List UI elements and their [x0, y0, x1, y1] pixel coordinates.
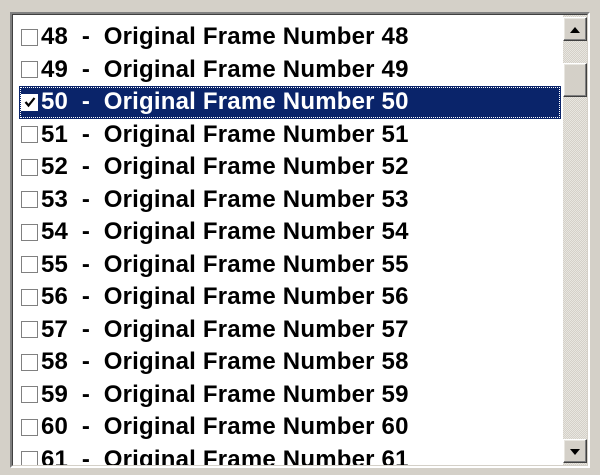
checkbox[interactable] [21, 353, 38, 371]
checkbox[interactable] [21, 321, 38, 339]
list-item[interactable]: 58 - Original Frame Number 58 [19, 346, 561, 379]
frame-list[interactable]: 48 - Original Frame Number 48 49 - Origin… [19, 21, 561, 466]
checkbox[interactable] [21, 126, 38, 144]
list-item-label: 56 - Original Frame Number 56 [41, 283, 409, 311]
list-item-label: 57 - Original Frame Number 57 [41, 315, 409, 343]
arrow-up-icon [570, 20, 580, 38]
list-item-label: 49 - Original Frame Number 49 [41, 55, 409, 83]
list-item-label: 54 - Original Frame Number 54 [41, 218, 409, 246]
vertical-scrollbar[interactable] [563, 15, 587, 465]
list-item-label: 55 - Original Frame Number 55 [41, 250, 409, 278]
list-item[interactable]: 60 - Original Frame Number 60 [19, 411, 561, 444]
checkbox[interactable] [21, 288, 38, 306]
list-item[interactable]: 57 - Original Frame Number 57 [19, 314, 561, 347]
checkbox[interactable] [21, 256, 38, 274]
scroll-thumb[interactable] [563, 63, 587, 97]
listbox-frame: 48 - Original Frame Number 48 49 - Origin… [12, 14, 588, 466]
list-item[interactable]: 61 - Original Frame Number 61 [19, 444, 561, 466]
scroll-down-button[interactable] [563, 439, 587, 463]
list-item-label: 50 - Original Frame Number 50 [41, 88, 409, 116]
checkbox[interactable] [21, 28, 38, 46]
list-item[interactable]: 59 - Original Frame Number 59 [19, 379, 561, 412]
list-item[interactable]: 55 - Original Frame Number 55 [19, 249, 561, 282]
list-item[interactable]: 48 - Original Frame Number 48 [19, 21, 561, 54]
checkbox[interactable] [21, 418, 38, 436]
list-item-label: 48 - Original Frame Number 48 [41, 23, 409, 51]
checkbox[interactable] [21, 158, 38, 176]
arrow-down-icon [570, 442, 580, 460]
list-item[interactable]: 53 - Original Frame Number 53 [19, 184, 561, 217]
checkbox[interactable] [21, 93, 38, 111]
list-item-label: 59 - Original Frame Number 59 [41, 380, 409, 408]
list-item[interactable]: 52 - Original Frame Number 52 [19, 151, 561, 184]
checkbox[interactable] [21, 223, 38, 241]
list-item[interactable]: 51 - Original Frame Number 51 [19, 119, 561, 152]
list-item-label: 51 - Original Frame Number 51 [41, 120, 409, 148]
list-item-label: 58 - Original Frame Number 58 [41, 348, 409, 376]
checked-listbox[interactable]: 48 - Original Frame Number 48 49 - Origin… [10, 12, 590, 468]
window-background: 48 - Original Frame Number 48 49 - Origin… [0, 0, 600, 475]
list-item[interactable]: 49 - Original Frame Number 49 [19, 54, 561, 87]
list-item-label: 52 - Original Frame Number 52 [41, 153, 409, 181]
checkbox[interactable] [21, 61, 38, 79]
list-item-label: 60 - Original Frame Number 60 [41, 413, 409, 441]
list-item[interactable]: 50 - Original Frame Number 50 [19, 86, 561, 119]
list-item[interactable]: 54 - Original Frame Number 54 [19, 216, 561, 249]
checkbox[interactable] [21, 386, 38, 404]
list-item-label: 61 - Original Frame Number 61 [41, 445, 409, 466]
scroll-up-button[interactable] [563, 17, 587, 41]
list-item-label: 53 - Original Frame Number 53 [41, 185, 409, 213]
checkmark-icon [24, 97, 35, 108]
list-item[interactable]: 56 - Original Frame Number 56 [19, 281, 561, 314]
checkbox[interactable] [21, 191, 38, 209]
checkbox[interactable] [21, 451, 38, 465]
